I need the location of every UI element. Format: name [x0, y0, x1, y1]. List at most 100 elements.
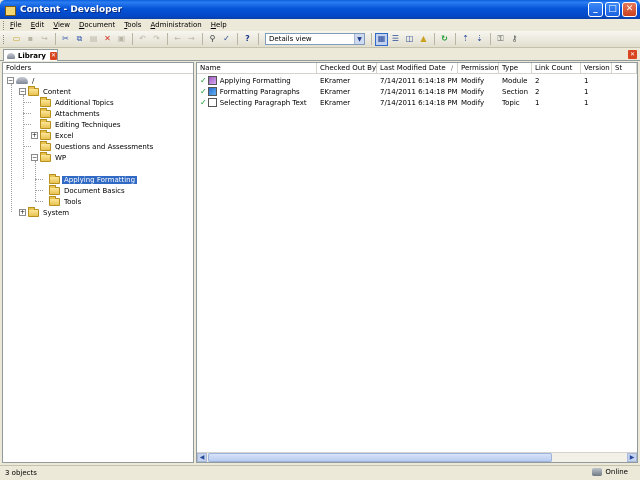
folder-icon — [28, 206, 39, 217]
tree-item-attachments[interactable]: Attachments — [40, 107, 102, 119]
folder-icon — [49, 184, 60, 195]
menu-grip — [3, 20, 6, 30]
version-cell: 1 — [584, 87, 589, 96]
tree-item-applying-formatting[interactable]: Applying Formatting — [49, 173, 138, 185]
tree-item-additional-topics[interactable]: Additional Topics — [40, 96, 116, 108]
tree-line — [23, 95, 24, 179]
tree-item-root[interactable]: − / — [7, 75, 36, 86]
tree-item-editing-techniques[interactable]: Editing Techniques — [40, 118, 123, 130]
tree-item-system[interactable]: + System — [19, 206, 71, 218]
menu-edit[interactable]: Edit — [31, 21, 45, 29]
close-button[interactable]: ✕ — [622, 2, 637, 17]
column-header-type[interactable]: Type — [499, 63, 532, 74]
checked-out-by-cell: EKramer — [320, 98, 351, 107]
maximize-button[interactable]: □ — [605, 2, 620, 17]
menu-tools[interactable]: Tools — [124, 21, 141, 29]
tree-item-label: Questions and Assessments — [55, 142, 154, 151]
forward-icon[interactable]: → — [185, 33, 198, 46]
tab-close-icon[interactable]: ✕ — [49, 51, 57, 60]
menu-document[interactable]: Document — [79, 21, 115, 29]
object-count: 3 objects — [5, 469, 37, 477]
delete-icon[interactable]: ✕ — [101, 33, 114, 46]
tree-line — [23, 102, 31, 103]
connection-status: Online — [605, 468, 628, 476]
tab-strip: Library ✕ ✕ — [0, 48, 640, 61]
table-row[interactable]: ✓ Formatting Paragraphs EKramer 7/14/201… — [197, 86, 637, 97]
folder-icon — [40, 107, 51, 118]
scrollbar-thumb[interactable] — [208, 453, 552, 462]
scroll-right-icon[interactable]: ▶ — [627, 453, 637, 462]
checked-out-by-cell: EKramer — [320, 76, 351, 85]
tree-item-excel[interactable]: + Excel — [31, 129, 76, 141]
tab-library[interactable]: Library ✕ — [3, 49, 58, 61]
tree-item-tools[interactable]: Tools — [49, 195, 83, 207]
redo-icon[interactable]: ↷ — [150, 33, 163, 46]
find-icon[interactable]: ⚲ — [206, 33, 219, 46]
scroll-left-icon[interactable]: ◀ — [197, 453, 207, 462]
tree-item-document-basics[interactable]: Document Basics — [49, 184, 127, 196]
menu-file[interactable]: File — [10, 21, 22, 29]
refresh-icon[interactable]: ↻ — [438, 33, 451, 46]
expand-icon[interactable]: + — [19, 209, 26, 216]
key-icon[interactable]: ⚷ — [508, 33, 521, 46]
checkin-icon[interactable]: ↪ — [38, 33, 51, 46]
menu-help[interactable]: Help — [211, 21, 227, 29]
toolbar: ▭ ▪ ↪ ✂ ⧉ ▤ ✕ ▣ ↶ ↷ ← → ⚲ ✓ ? Details vi… — [0, 31, 640, 48]
view-select[interactable]: Details view ▼ — [265, 33, 365, 45]
paste-icon[interactable]: ▤ — [87, 33, 100, 46]
table-row[interactable]: ✓ Applying Formatting EKramer 7/14/2011 … — [197, 75, 637, 86]
undo-icon[interactable]: ↶ — [136, 33, 149, 46]
tree-item-content[interactable]: − Content — [19, 85, 73, 97]
close-library-icon[interactable]: ✕ — [628, 50, 637, 59]
topic-icon — [207, 98, 217, 107]
tree-line — [23, 124, 31, 125]
list-view-icon[interactable]: ☰ — [389, 33, 402, 46]
save-icon[interactable]: ▪ — [24, 33, 37, 46]
horizontal-scrollbar[interactable]: ◀ ▶ — [197, 452, 637, 462]
row-name: Applying Formatting — [219, 76, 291, 85]
toolbar-separator — [371, 33, 372, 45]
expand-icon[interactable]: + — [31, 132, 38, 139]
column-header-status[interactable]: St — [612, 63, 637, 74]
chevron-down-icon[interactable]: ▼ — [354, 34, 364, 44]
check-in-icon[interactable]: ⇣ — [473, 33, 486, 46]
details-view-icon[interactable]: ▦ — [375, 32, 388, 46]
tree-item-label: Tools — [64, 197, 82, 206]
column-header-link-count[interactable]: Link Count — [532, 63, 581, 74]
tree-item-wp[interactable]: − WP — [31, 151, 68, 163]
type-cell: Module — [502, 76, 528, 85]
column-header-version[interactable]: Version — [581, 63, 612, 74]
split-view-icon[interactable]: ◫ — [403, 33, 416, 46]
minimize-button[interactable]: _ — [588, 2, 603, 17]
column-header-last-modified[interactable]: Last Modified Date — [377, 63, 458, 74]
column-header-permission[interactable]: Permission — [458, 63, 499, 74]
modified-cell: 7/14/2011 6:14:18 PM — [380, 98, 458, 107]
help-icon[interactable]: ? — [241, 33, 254, 46]
tab-library-label: Library — [17, 51, 46, 60]
open-folder-icon[interactable]: ▭ — [10, 33, 23, 46]
menu-view[interactable]: View — [53, 21, 70, 29]
permission-cell: Modify — [461, 98, 485, 107]
back-icon[interactable]: ← — [171, 33, 184, 46]
check-out-icon[interactable]: ⇡ — [459, 33, 472, 46]
folder-up-icon[interactable]: ▲ — [417, 33, 430, 46]
cut-icon[interactable]: ✂ — [59, 33, 72, 46]
lock-icon[interactable]: ⚿ — [494, 33, 507, 46]
tree-line — [11, 84, 12, 212]
spell-check-icon[interactable]: ✓ — [220, 33, 233, 46]
tree-item-label: WP — [55, 153, 67, 162]
tree-item-label: Excel — [55, 131, 74, 140]
copy-icon[interactable]: ⧉ — [73, 33, 86, 46]
toolbar-separator — [132, 33, 133, 45]
menu-administration[interactable]: Administration — [150, 21, 201, 29]
collapse-icon[interactable]: − — [7, 77, 14, 84]
column-header-checked-out-by[interactable]: Checked Out By — [317, 63, 377, 74]
link-count-cell: 2 — [535, 76, 540, 85]
properties-icon[interactable]: ▣ — [115, 33, 128, 46]
collapse-icon[interactable]: − — [31, 154, 38, 161]
column-header-name[interactable]: Name — [197, 63, 317, 74]
tree-item-questions[interactable]: Questions and Assessments — [40, 140, 155, 152]
collapse-icon[interactable]: − — [19, 88, 26, 95]
table-row[interactable]: ✓ Selecting Paragraph Text EKramer 7/14/… — [197, 97, 637, 108]
folder-icon — [49, 195, 60, 206]
